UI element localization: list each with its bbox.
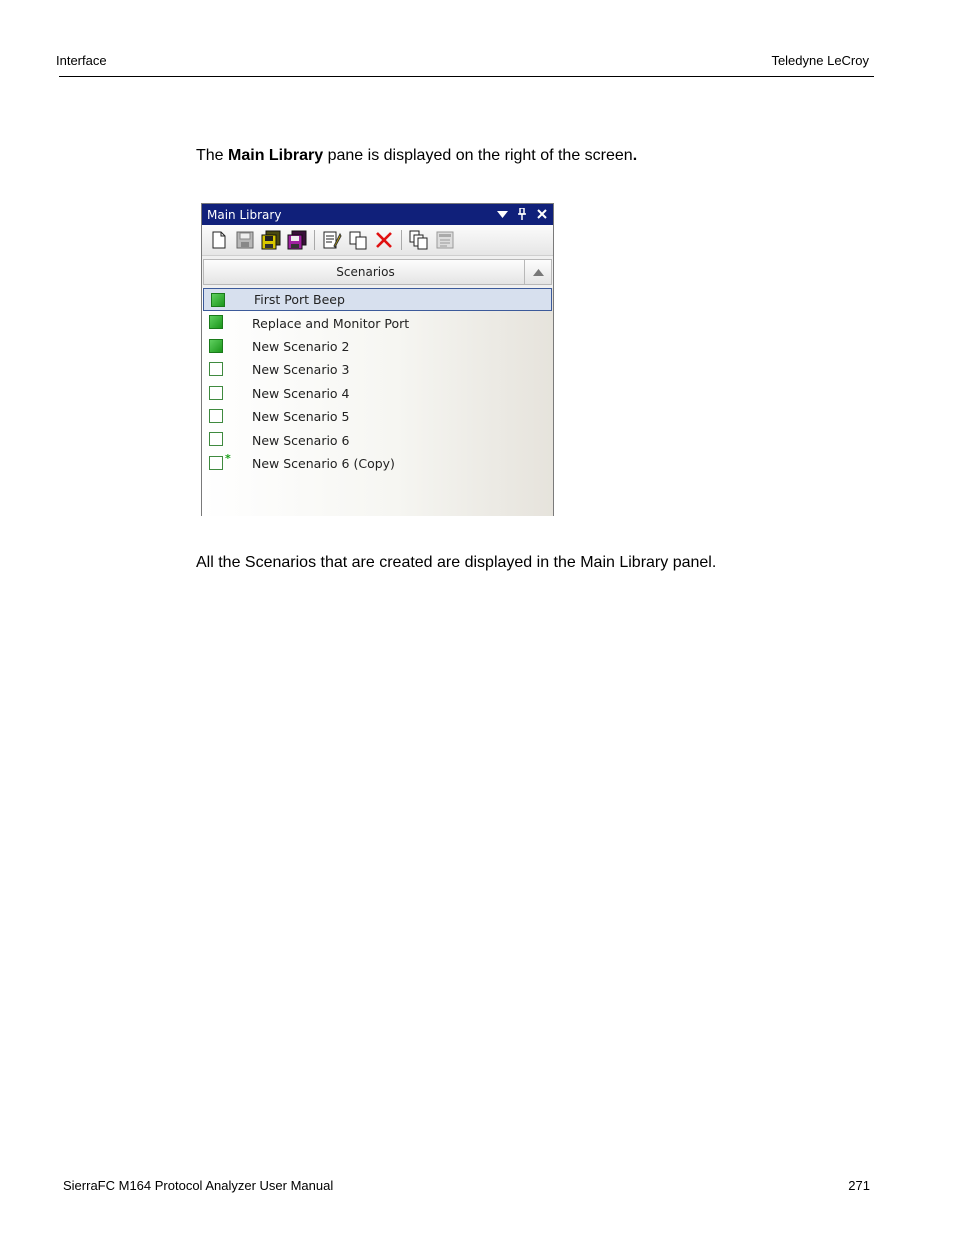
pane-toolbar bbox=[202, 225, 553, 256]
duplicate-icon[interactable] bbox=[408, 229, 430, 251]
save-all-icon[interactable] bbox=[260, 229, 282, 251]
header-rule bbox=[59, 76, 874, 77]
copy-icon[interactable] bbox=[347, 229, 369, 251]
pane-titlebar[interactable]: Main Library bbox=[202, 204, 553, 225]
scenario-inactive-icon bbox=[209, 432, 225, 448]
scenario-label: Replace and Monitor Port bbox=[252, 315, 410, 331]
toolbar-separator bbox=[314, 230, 315, 250]
scenario-inactive-icon bbox=[209, 385, 225, 402]
save-icon[interactable] bbox=[234, 229, 256, 251]
scenario-label: New Scenario 5 bbox=[252, 409, 350, 425]
main-library-pane: Main Library Scenarios First Port Beep R… bbox=[201, 203, 554, 516]
scenario-row[interactable]: New Scenario 3 bbox=[202, 358, 553, 381]
scenario-row[interactable]: New Scenario 5 bbox=[202, 405, 553, 428]
scenario-label: New Scenario 3 bbox=[252, 362, 350, 378]
edit-icon[interactable] bbox=[321, 229, 343, 251]
scenario-label: New Scenario 6 bbox=[252, 432, 350, 448]
scenario-active-icon bbox=[209, 315, 225, 331]
scenario-row[interactable]: New Scenario 6 bbox=[202, 428, 553, 451]
properties-icon[interactable] bbox=[434, 229, 456, 251]
scenario-label: New Scenario 2 bbox=[252, 338, 350, 354]
delete-icon[interactable] bbox=[373, 229, 395, 251]
dropdown-arrow-icon[interactable] bbox=[495, 206, 509, 222]
new-icon[interactable] bbox=[208, 229, 230, 251]
column-header-label: Scenarios bbox=[336, 265, 395, 279]
scenario-list: First Port Beep Replace and Monitor Port N… bbox=[202, 288, 553, 516]
scenario-label: New Scenario 4 bbox=[252, 385, 350, 401]
scenario-active-icon bbox=[209, 338, 225, 355]
scenario-new-icon: * bbox=[209, 452, 231, 472]
header-section-title: Interface bbox=[56, 53, 107, 68]
scenario-row[interactable]: New Scenario 4 bbox=[202, 382, 553, 405]
pin-icon[interactable] bbox=[515, 206, 529, 222]
scenario-inactive-icon bbox=[209, 408, 225, 425]
header-company-name: Teledyne LeCroy bbox=[771, 53, 869, 68]
sort-up-arrow-icon[interactable] bbox=[524, 260, 551, 284]
scenario-row[interactable]: New Scenario 2 bbox=[202, 335, 553, 358]
scenario-label: New Scenario 6 (Copy) bbox=[252, 455, 395, 471]
save-as-icon[interactable] bbox=[286, 229, 308, 251]
scenario-row[interactable]: First Port Beep bbox=[203, 288, 552, 312]
intro-paragraph: The Main Library pane is displayed on th… bbox=[196, 147, 638, 164]
scenario-row[interactable]: * New Scenario 6 (Copy) bbox=[202, 452, 553, 475]
scenario-row[interactable]: Replace and Monitor Port bbox=[202, 311, 553, 334]
scenario-inactive-icon bbox=[209, 362, 225, 378]
scenarios-column-header[interactable]: Scenarios bbox=[203, 259, 552, 285]
scenario-active-icon bbox=[211, 293, 227, 309]
scenario-label: First Port Beep bbox=[254, 292, 345, 308]
pane-title: Main Library bbox=[207, 207, 282, 222]
toolbar-separator bbox=[401, 230, 402, 250]
footer-page-number: 271 bbox=[848, 1178, 870, 1193]
closing-paragraph: All the Scenarios that are created are d… bbox=[196, 554, 717, 571]
title-controls bbox=[495, 206, 549, 222]
close-icon[interactable] bbox=[535, 206, 549, 222]
footer-manual-title: SierraFC M164 Protocol Analyzer User Man… bbox=[63, 1178, 334, 1193]
